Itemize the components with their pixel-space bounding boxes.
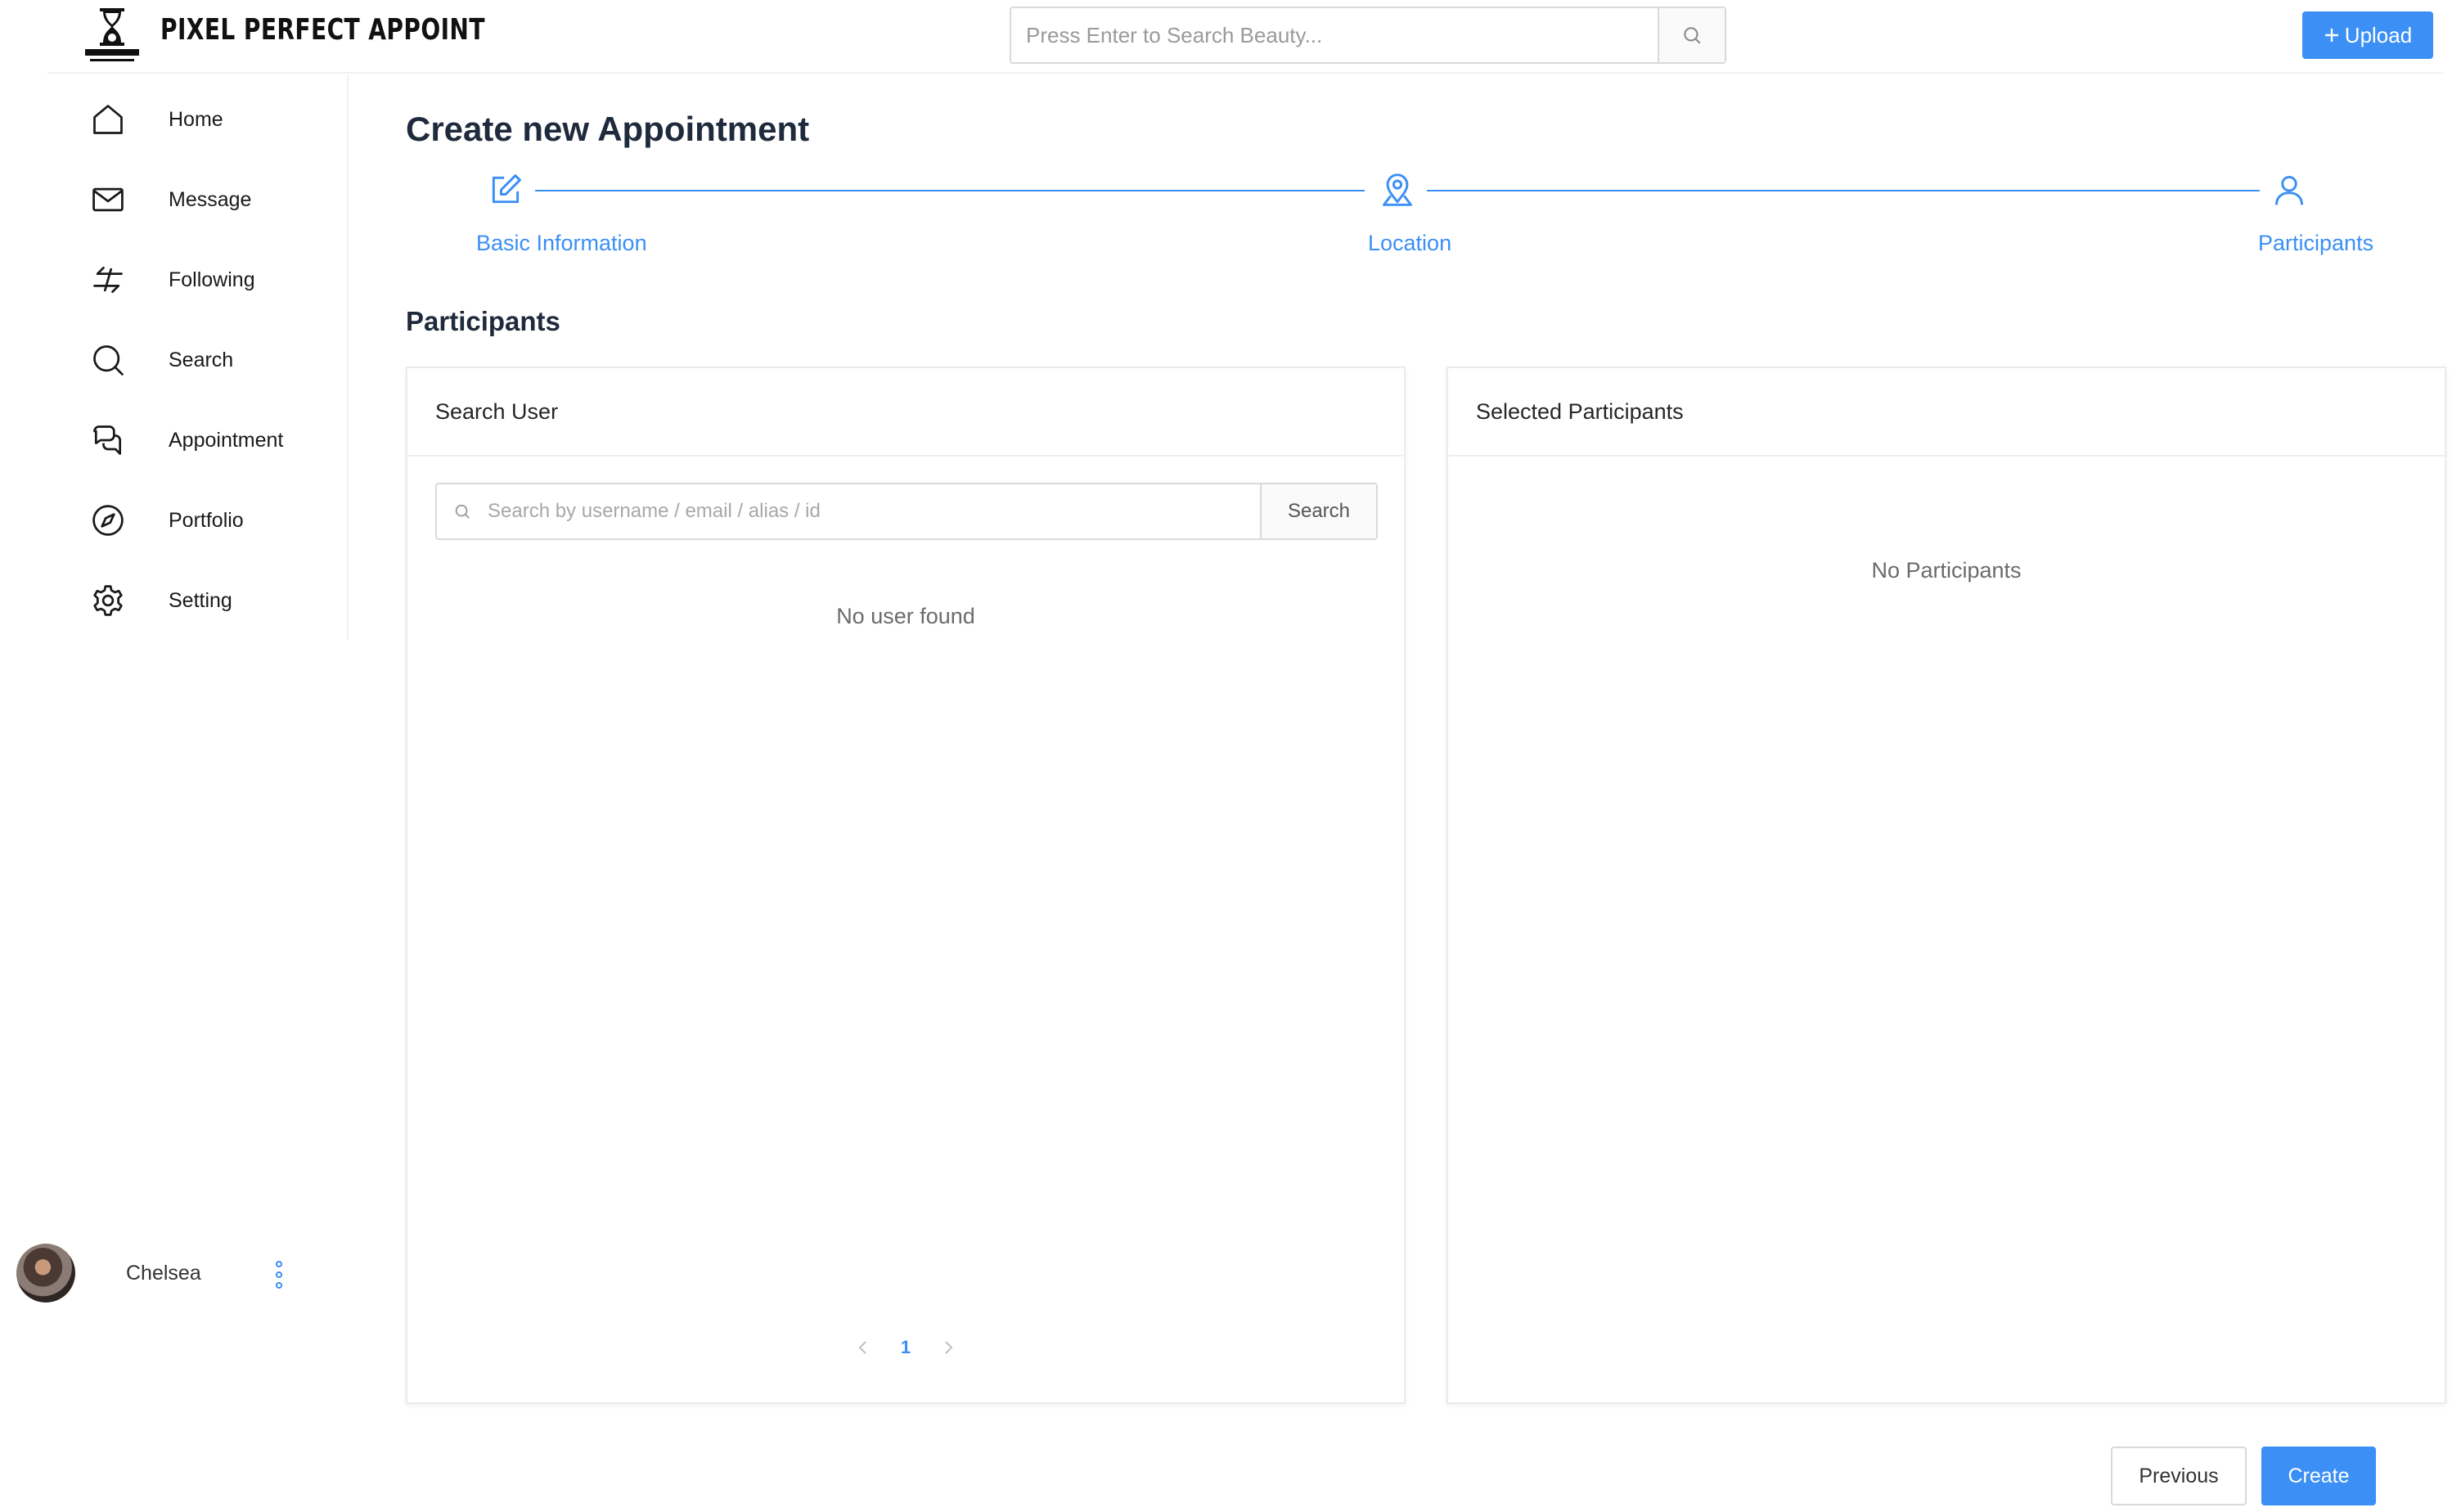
global-search [1010, 7, 1726, 64]
empty-state-text: No user found [836, 604, 975, 628]
sidebar-item-label: Following [169, 268, 255, 291]
chat-icon [93, 425, 122, 455]
brand-name: PIXEL PERFECT APPOINT [160, 13, 485, 47]
search-icon [1684, 27, 1701, 44]
step-connector [1427, 190, 2260, 191]
step-label-participants[interactable]: Participants [2258, 231, 2373, 256]
global-search-button[interactable] [1658, 8, 1725, 62]
plus-icon [2324, 29, 2338, 42]
sidebar-item-label: Message [169, 187, 252, 211]
user-profile[interactable]: Chelsea [16, 1244, 295, 1306]
search-icon [455, 504, 470, 519]
section-title: Participants [406, 306, 560, 336]
steps-progress: Basic Information Location Participants [406, 169, 2451, 267]
panel-title: Selected Participants [1448, 368, 2445, 457]
following-arrows-icon [93, 266, 123, 294]
gear-icon [93, 585, 123, 616]
sidebar-item-label: Portfolio [169, 508, 244, 532]
map-pin-icon[interactable] [1379, 172, 1415, 208]
home-icon [93, 105, 123, 134]
sidebar: Home Message Following Search Appointmen… [0, 75, 349, 640]
user-name: Chelsea [126, 1262, 201, 1285]
step-label-location[interactable]: Location [1368, 231, 1451, 256]
user-search-button[interactable]: Search [1260, 484, 1376, 538]
chevron-left-icon[interactable] [855, 1339, 871, 1356]
user-icon[interactable] [2271, 172, 2307, 208]
page-title: Create new Appointment [406, 110, 810, 148]
upload-button[interactable]: Upload [2302, 11, 2433, 59]
previous-button[interactable]: Previous [2111, 1447, 2247, 1505]
user-search: Search [435, 483, 1378, 540]
sidebar-item-setting[interactable]: Setting [90, 576, 335, 625]
user-search-input[interactable] [488, 484, 1260, 538]
mail-icon [92, 187, 124, 212]
page-number[interactable]: 1 [901, 1337, 911, 1358]
avatar[interactable] [16, 1244, 75, 1303]
more-vertical-icon[interactable] [273, 1260, 285, 1289]
step-label-basic-information[interactable]: Basic Information [476, 231, 647, 256]
panel-title: Search User [407, 368, 1404, 457]
global-search-input[interactable] [1011, 8, 1658, 62]
upload-button-label: Upload [2344, 22, 2413, 47]
empty-state-text: No Participants [1871, 558, 2022, 583]
selected-participants-panel: Selected Participants No Participants [1446, 367, 2446, 1404]
chevron-right-icon[interactable] [940, 1339, 956, 1356]
sidebar-item-label: Search [169, 348, 234, 371]
create-button[interactable]: Create [2261, 1447, 2376, 1505]
compass-icon [92, 505, 124, 536]
search-icon [93, 345, 124, 376]
pagination: 1 [407, 1337, 1404, 1358]
logo-icon[interactable] [83, 5, 141, 64]
sidebar-item-following[interactable]: Following [90, 255, 335, 304]
sidebar-item-label: Appointment [169, 428, 284, 452]
step-connector [535, 190, 1365, 191]
sidebar-item-appointment[interactable]: Appointment [90, 416, 335, 465]
edit-icon[interactable] [488, 172, 524, 208]
sidebar-item-label: Setting [169, 588, 232, 612]
sidebar-item-home[interactable]: Home [90, 95, 335, 144]
search-user-panel: Search User Search No user found 1 [406, 367, 1406, 1404]
sidebar-item-search[interactable]: Search [90, 335, 335, 385]
sidebar-item-label: Home [169, 107, 223, 131]
top-bar: PIXEL PERFECT APPOINT Upload [47, 2, 2443, 74]
sidebar-item-message[interactable]: Message [90, 175, 335, 224]
sidebar-item-portfolio[interactable]: Portfolio [90, 496, 335, 545]
